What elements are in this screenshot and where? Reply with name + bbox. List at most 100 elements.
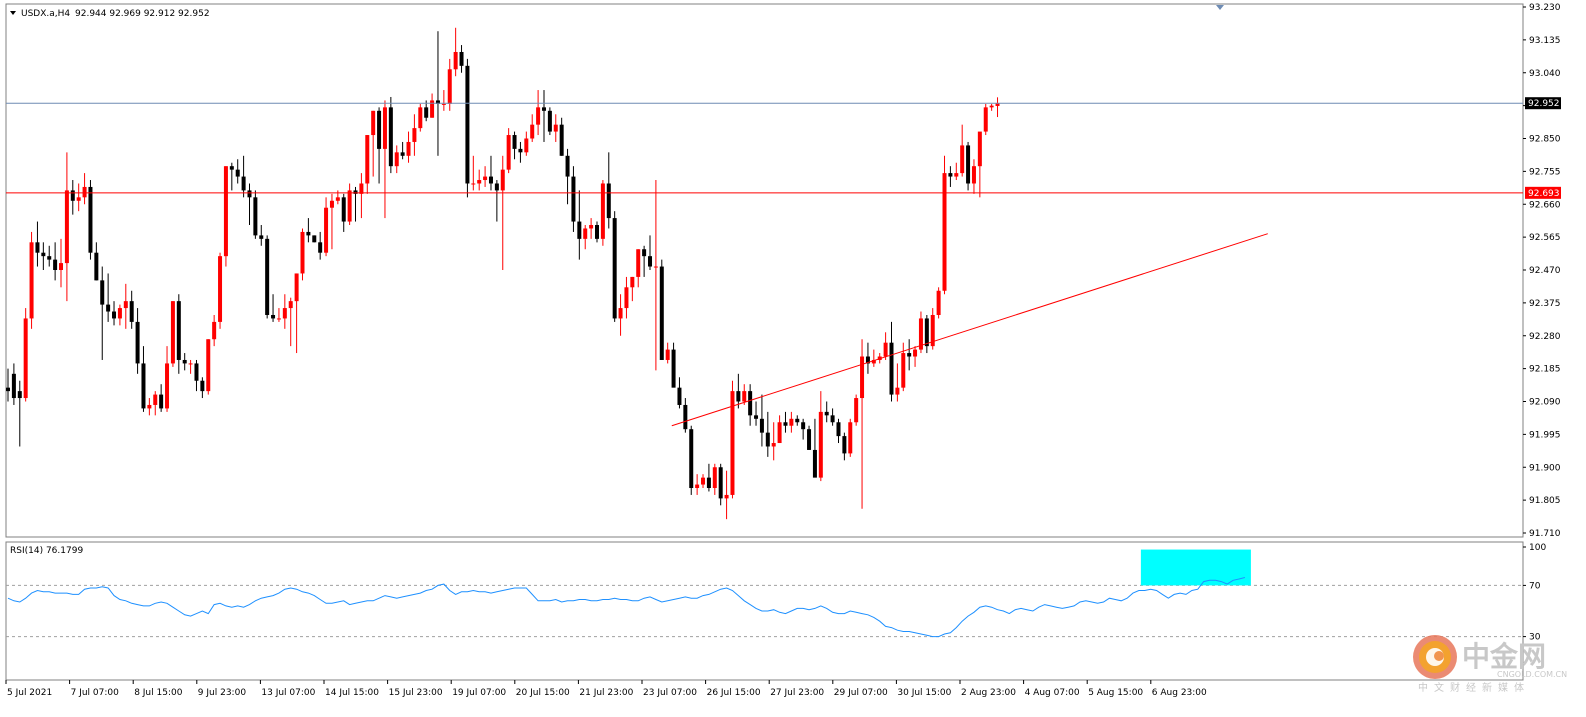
candle-body [689,429,694,489]
candle-body [129,301,134,322]
candle-body [41,252,46,257]
candle-body [100,280,105,305]
candle-body [783,422,788,426]
candle-body [665,349,670,360]
candle-body [23,318,28,399]
candle-body [807,429,812,450]
time-tick-label: 4 Aug 07:00 [1025,688,1080,698]
candle-body [724,494,729,499]
candle-body [483,176,488,181]
candle-body [288,301,293,309]
candle-body [771,443,776,447]
candle-body [388,107,393,167]
candle-body [648,256,653,267]
price-tick-label: 92.565 [1529,233,1561,243]
candle [465,58,470,198]
candle-body [17,391,22,399]
time-tick-label: 23 Jul 07:00 [643,688,697,698]
candle-body [88,186,93,253]
candle-body [218,256,223,322]
watermark-name: 中金网 [1462,640,1546,673]
candle-body [418,107,423,129]
rsi-tick-label: 100 [1529,543,1546,553]
candle-body [165,363,170,409]
candle-body [860,356,865,399]
time-tick-label: 26 Jul 15:00 [707,688,761,698]
candle-body [406,141,411,156]
candle [218,252,223,329]
candle [300,228,305,281]
candle-body [29,242,34,319]
candle-body [695,484,700,489]
candle-body [324,207,329,253]
time-tick-label: 20 Jul 15:00 [516,688,570,698]
time-tick-label: 9 Jul 23:00 [198,688,247,698]
candle-body [135,321,140,364]
candle-body [441,103,446,105]
candle-body [359,183,364,194]
candle-body [282,308,287,319]
candle-body [830,415,835,423]
candle-body [471,183,476,185]
price-tick-label: 93.230 [1529,3,1561,13]
candle-body [347,190,352,222]
candle-body [636,249,641,277]
candle-body [624,287,629,309]
candle-body [377,110,382,149]
candle-body [848,422,853,454]
candle [223,166,228,267]
candle-body [606,183,611,219]
candle-body [424,107,429,118]
candle-body [960,145,965,174]
candle-body [318,242,323,253]
candle-body [612,218,617,319]
price-tick-label: 93.040 [1529,69,1561,79]
candle-body [795,418,800,423]
candle [170,301,175,367]
candle-body [677,387,682,405]
candle-body [64,190,69,264]
candle-body [577,221,582,239]
candle-body [789,418,794,426]
candle-body [500,169,505,191]
candle-body [530,124,535,139]
candle-body [382,107,387,149]
candle-body [642,249,647,257]
watermark-tagline: 中文财经新媒体 [1418,681,1530,694]
candle [848,418,853,457]
candle-body [112,311,117,319]
candle-body [524,138,529,153]
candle-body [300,231,305,274]
candle [612,211,617,322]
candle-body [35,242,40,253]
price-tick-label: 91.710 [1529,529,1561,539]
price-tick-label: 91.805 [1529,496,1561,506]
candle-body [82,186,87,198]
candle-body [412,128,417,142]
candle [600,180,605,246]
candle-body [854,398,859,423]
candle-body [276,318,281,320]
candle [206,339,211,395]
time-tick-label: 13 Jul 07:00 [261,688,315,698]
price-tick-label: 92.470 [1529,266,1561,276]
candle-body [94,252,99,281]
candle-body [76,197,81,201]
candle-body [942,173,947,291]
time-axis: 5 Jul 2021 7 Jul 07:00 8 Jul 15:00 9 Jul 23… [5,680,1207,698]
candle [942,155,947,295]
price-tick-label: 92.090 [1529,398,1561,408]
candle [730,380,735,499]
candle-body [312,235,317,243]
candle [388,96,393,174]
candle-body [512,135,517,149]
candle-body [47,256,52,260]
candle-body [889,342,894,395]
candle [659,259,664,360]
candle-body [147,404,152,409]
candle-body [488,176,493,184]
price-tick-label: 93.135 [1529,36,1561,46]
candle-body [253,197,258,236]
price-tick-label: 92.755 [1529,167,1561,177]
candle-body [400,152,405,156]
